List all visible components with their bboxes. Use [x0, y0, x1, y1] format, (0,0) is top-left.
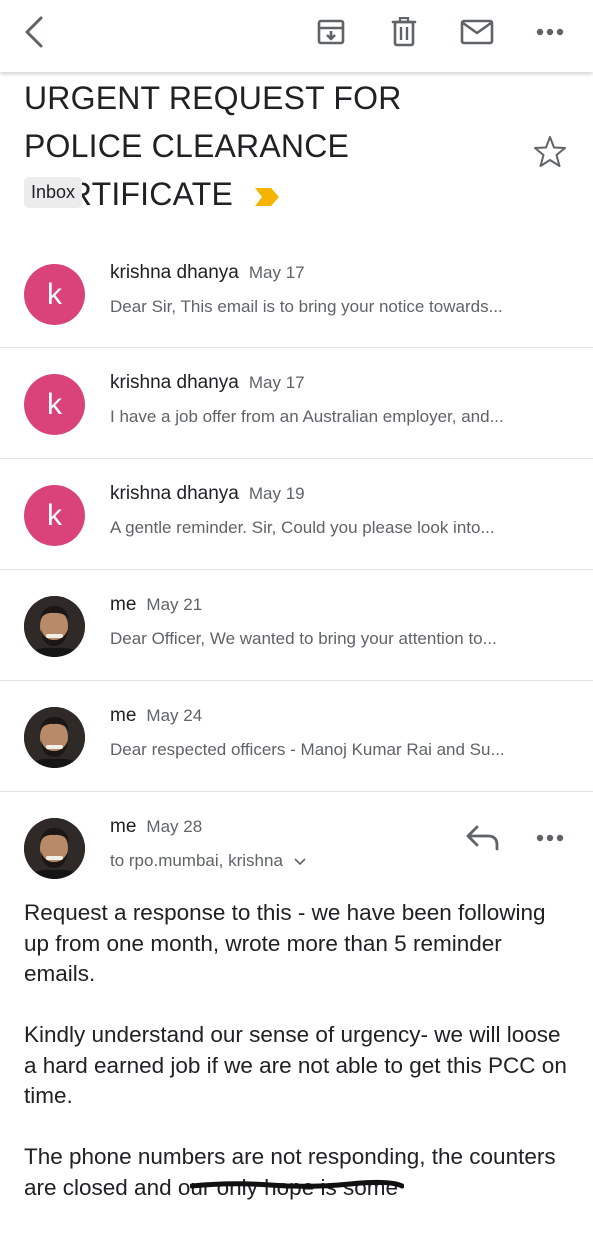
message-date: May 17 — [248, 263, 305, 282]
body-paragraph: The phone numbers are not responding, th… — [24, 1144, 556, 1200]
collapsed-message[interactable]: me May 24 Dear respected officers - Manoj… — [0, 681, 593, 792]
top-toolbar — [0, 0, 593, 72]
message-snippet: I have a job offer from an Australian em… — [110, 407, 504, 426]
sender-name: krishna dhanya — [110, 483, 239, 504]
sender-line: me May 21 — [110, 594, 202, 616]
body-paragraph: Request a response to this - we have bee… — [24, 900, 546, 986]
collapsed-message[interactable]: k krishna dhanya May 19 A gentle reminder… — [0, 459, 593, 570]
message-date: May 21 — [146, 595, 203, 614]
message-snippet: Dear Officer, We wanted to bring your at… — [110, 629, 497, 648]
sender-name: me — [110, 705, 137, 726]
person-photo-icon — [24, 707, 85, 768]
message-date: May 17 — [248, 373, 305, 392]
person-photo-icon — [24, 818, 85, 879]
important-marker-icon[interactable] — [254, 187, 280, 207]
sender-line: me May 28 — [110, 816, 202, 838]
more-horizontal-icon — [536, 28, 564, 36]
message-thread: k krishna dhanya May 17 Dear Sir, This em… — [0, 238, 593, 902]
email-subject: URGENT REQUEST FOR POLICE CLEARANCE CERT… — [24, 74, 524, 218]
collapsed-message[interactable]: k krishna dhanya May 17 I have a job offe… — [0, 348, 593, 459]
mark-unread-button[interactable] — [455, 10, 499, 54]
collapsed-message[interactable]: me May 21 Dear Officer, We wanted to brin… — [0, 570, 593, 681]
redaction-scribble — [190, 1179, 404, 1189]
delete-button[interactable] — [382, 10, 426, 54]
sender-name: me — [110, 816, 137, 837]
more-options-button[interactable] — [528, 10, 572, 54]
reply-icon[interactable] — [464, 820, 504, 856]
star-icon[interactable] — [532, 134, 568, 170]
chevron-down-icon — [294, 857, 306, 865]
sender-line: krishna dhanya May 17 — [110, 262, 305, 284]
person-photo-icon — [24, 596, 85, 657]
more-horizontal-icon[interactable] — [532, 820, 568, 856]
message-snippet: Dear respected officers - Manoj Kumar Ra… — [110, 740, 505, 759]
message-date: May 28 — [146, 817, 203, 836]
inbox-label-chip[interactable]: Inbox — [24, 177, 83, 208]
recipients-text: to rpo.mumbai, krishna — [110, 851, 283, 870]
avatar: k — [24, 374, 85, 435]
collapsed-message[interactable]: k krishna dhanya May 17 Dear Sir, This em… — [0, 238, 593, 348]
back-button[interactable] — [12, 10, 56, 54]
profile-photo-avatar — [24, 596, 85, 657]
expanded-message-header: me May 28 to rpo.mumbai, krishna — [0, 792, 593, 902]
sender-line: krishna dhanya May 17 — [110, 372, 305, 394]
recipients-toggle[interactable]: to rpo.mumbai, krishna — [110, 851, 306, 871]
profile-photo-avatar — [24, 818, 85, 879]
mail-icon — [460, 19, 494, 45]
sender-line: krishna dhanya May 19 — [110, 483, 305, 505]
avatar: k — [24, 264, 85, 325]
sender-line: me May 24 — [110, 705, 202, 727]
sender-name: me — [110, 594, 137, 615]
message-date: May 19 — [248, 484, 305, 503]
archive-button[interactable] — [309, 10, 353, 54]
trash-icon — [391, 17, 417, 47]
message-snippet: A gentle reminder. Sir, Could you please… — [110, 518, 495, 537]
message-snippet: Dear Sir, This email is to bring your no… — [110, 297, 503, 316]
message-date: May 24 — [146, 706, 203, 725]
sender-name: krishna dhanya — [110, 372, 239, 393]
avatar: k — [24, 485, 85, 546]
sender-name: krishna dhanya — [110, 262, 239, 283]
back-arrow-icon — [25, 16, 43, 48]
archive-icon — [317, 19, 345, 45]
body-paragraph: Kindly understand our sense of urgency- … — [24, 1022, 567, 1108]
profile-photo-avatar — [24, 707, 85, 768]
